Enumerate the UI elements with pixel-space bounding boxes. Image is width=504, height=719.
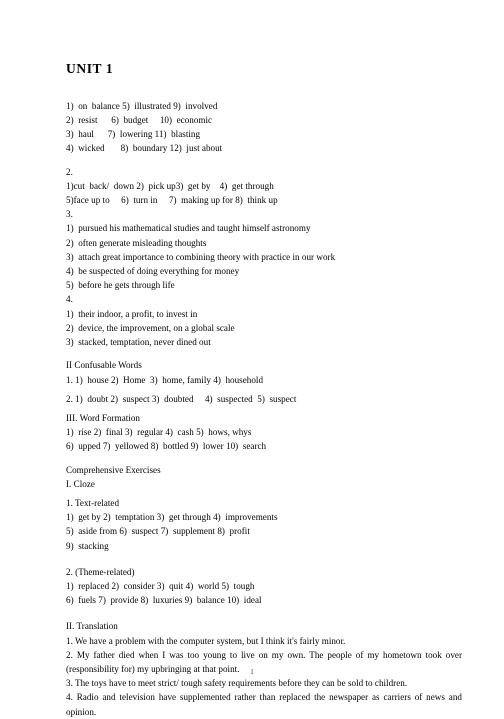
confusable-words-heading: II Confusable Words [66,360,142,371]
translation-item: 1. We have a problem with the computer s… [66,635,346,646]
section-4-line: 1) their indoor, a profit, to invest in [66,308,198,319]
translation-heading: II. Translation [66,621,118,632]
word-formation-section: III. Word Formation 1) rise 2) final 3) … [66,411,462,454]
theme-related-line: 6) fuels 7) provide 8) luxuries 9) balan… [66,595,262,606]
vocab-line: 2) resist 6) budget 10) economic [66,115,213,126]
section-3-line: 2) often generate misleading thoughts [66,237,207,248]
vocab-line: 3) haul 7) lowering 11) blasting [66,129,201,140]
word-formation-heading: III. Word Formation [66,412,140,423]
section-2-marker: 2. [66,166,73,177]
translation-item: 3. The toys have to meet strict/ tough s… [66,678,408,689]
theme-related-label: 2. (Theme-related) [66,566,135,577]
section-4-line: 2) device, the improvement, on a global … [66,322,235,333]
section-3: 3. 1) pursued his mathematical studies a… [66,207,462,292]
document-body: UNIT 1 1) on balance 5) illustrated 9) i… [66,61,462,719]
confusable-words-section: II Confusable Words 1. 1) house 2) Home … [66,358,462,406]
word-formation-line: 1) rise 2) final 3) regular 4) cash 5) h… [66,427,252,438]
page-number: 1 [250,668,254,676]
vocab-line: 4) wicked 8) boundary 12) just about [66,143,223,154]
page-title: UNIT 1 [66,61,114,76]
document-page: UNIT 1 1) on balance 5) illustrated 9) i… [0,0,504,717]
comprehensive-exercises-section: Comprehensive Exercises I. Cloze 1. Text… [66,463,462,608]
vocab-line: 1) on balance 5) illustrated 9) involved [66,100,218,111]
section-3-marker: 3. [66,209,73,220]
section-4-line: 3) stacked, temptation, never dined out [66,337,211,348]
comprehensive-exercises-heading: Comprehensive Exercises [66,464,161,475]
vocabulary-section-1: 1) on balance 5) illustrated 9) involved… [66,99,462,156]
text-related-line: 1) get by 2) temptation 3) get through 4… [66,512,278,523]
confusable-words-line: 1. 1) house 2) Home 3) home, family 4) h… [66,374,264,385]
theme-related-line: 1) replaced 2) consider 3) quit 4) world… [66,580,255,591]
text-related-label: 1. Text-related [66,497,120,508]
cloze-heading: I. Cloze [66,478,95,489]
confusable-words-line: 2. 1) doubt 2) suspect 3) doubted 4) sus… [66,393,297,404]
word-formation-line: 6) upped 7) yellowed 8) bottled 9) lower… [66,441,267,452]
section-4-marker: 4. [66,294,73,305]
section-4: 4. 1) their indoor, a profit, to invest … [66,292,462,349]
section-3-line: 5) before he gets through life [66,280,175,291]
section-3-line: 4) be suspected of doing everything for … [66,266,240,277]
section-3-line: 3) attach great importance to combining … [66,251,336,262]
section-2-line: 1)cut back/ down 2) pick up3) get by 4) … [66,180,274,191]
section-3-line: 1) pursued his mathematical studies and … [66,223,311,234]
translation-item: 4. Radio and television have supplemente… [66,692,462,717]
text-related-line: 5) aside from 6) suspect 7) supplement 8… [66,526,250,537]
section-2: 2. 1)cut back/ down 2) pick up3) get by … [66,165,462,208]
section-2-line: 5)face up to 6) turn in 7) making up for… [66,195,278,206]
text-related-line: 9) stacking [66,540,109,551]
